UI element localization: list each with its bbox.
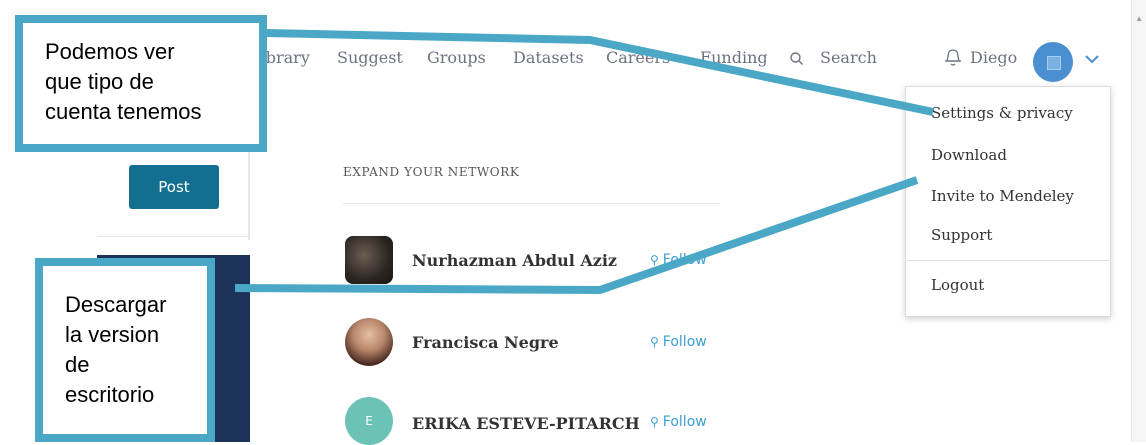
person-avatar[interactable] [345, 236, 393, 284]
nav-careers[interactable]: Careers [606, 48, 670, 67]
nav-datasets[interactable]: Datasets [513, 48, 584, 67]
section-heading: EXPAND YOUR NETWORK [343, 165, 520, 179]
divider [97, 236, 249, 237]
search-icon[interactable] [790, 52, 803, 65]
annotation-callout-account: Podemos ver que tipo de cuenta tenemos [15, 15, 267, 152]
menu-support[interactable]: Support [931, 226, 992, 244]
column-divider [248, 150, 250, 240]
menu-divider [906, 260, 1109, 261]
annotation-callout-download: Descargar la version de escritorio [35, 258, 215, 442]
scrollbar[interactable] [1131, 0, 1146, 442]
bell-icon[interactable] [943, 46, 963, 68]
nav-search[interactable]: Search [820, 48, 877, 67]
nav-groups[interactable]: Groups [427, 48, 486, 67]
person-avatar[interactable]: E [345, 397, 393, 445]
follow-button[interactable]: ⚲ Follow [650, 252, 707, 268]
post-button[interactable]: Post [129, 165, 219, 209]
connector-line [234, 176, 919, 295]
nav-funding[interactable]: Funding [700, 48, 768, 67]
menu-invite[interactable]: Invite to Mendeley [931, 187, 1074, 205]
follow-icon: ⚲ [650, 415, 659, 429]
nav-suggest[interactable]: Suggest [337, 48, 403, 67]
person-name[interactable]: Nurhazman Abdul Aziz [412, 251, 617, 270]
follow-icon: ⚲ [650, 335, 659, 349]
menu-settings-privacy[interactable]: Settings & privacy [931, 104, 1073, 122]
divider [343, 203, 720, 204]
follow-button[interactable]: ⚲ Follow [650, 414, 707, 430]
user-name[interactable]: Diego [970, 48, 1017, 67]
menu-download[interactable]: Download [931, 146, 1007, 164]
chevron-down-icon[interactable] [1084, 53, 1100, 65]
follow-icon: ⚲ [650, 253, 659, 267]
follow-button[interactable]: ⚲ Follow [650, 334, 707, 350]
person-name[interactable]: Francisca Negre [412, 333, 559, 352]
person-avatar[interactable] [345, 318, 393, 366]
scroll-up-icon[interactable]: ▲ [1135, 14, 1143, 23]
menu-logout[interactable]: Logout [931, 276, 984, 294]
avatar-placeholder-icon [1047, 56, 1061, 70]
person-name[interactable]: ERIKA ESTEVE-PITARCH [412, 414, 640, 433]
